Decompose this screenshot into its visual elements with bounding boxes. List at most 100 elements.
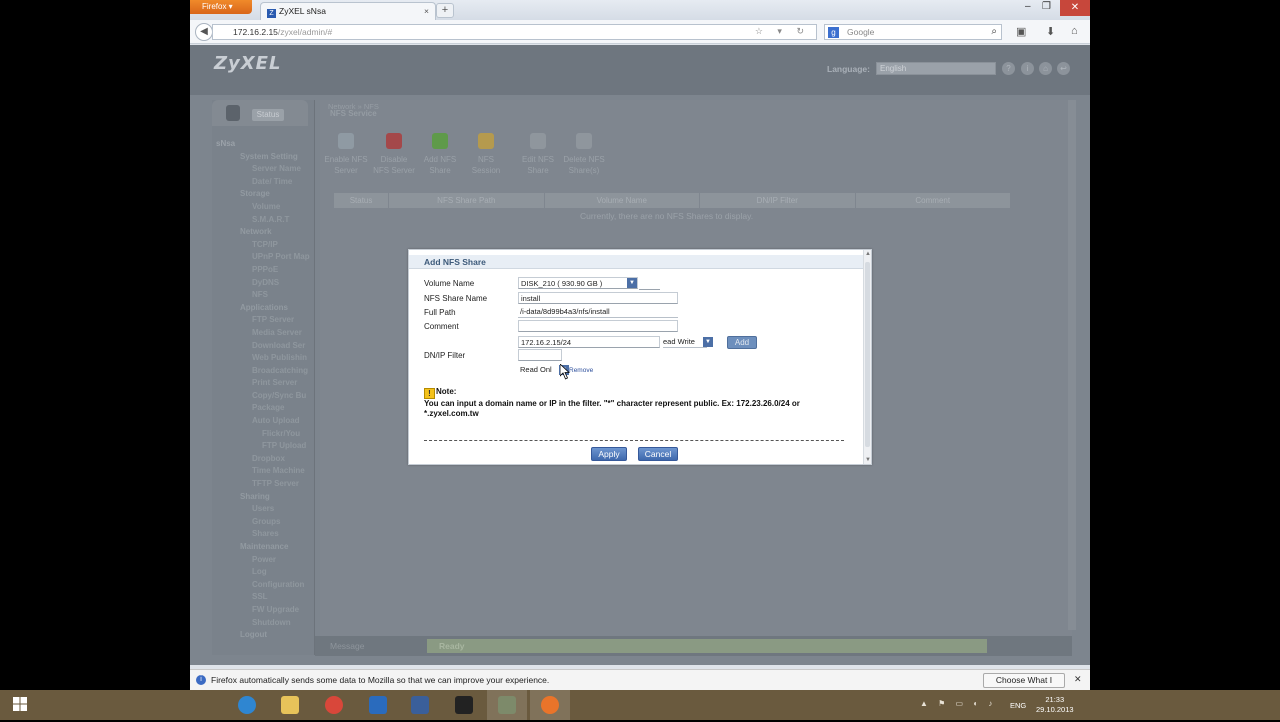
tab-close-icon[interactable]: × (424, 6, 429, 16)
home-nav-icon[interactable]: ⌂ (1039, 62, 1052, 75)
search-box[interactable]: g Google ⌕ (824, 24, 1002, 40)
search-icon[interactable]: ⌕ (991, 26, 997, 37)
sidebar-item[interactable]: sNsa (216, 138, 310, 151)
remove-link[interactable]: Remove (569, 367, 593, 374)
sidebar-item[interactable]: Dropbox (216, 453, 310, 466)
sidebar-item[interactable]: S.M.A.R.T (216, 214, 310, 227)
scroll-thumb[interactable] (865, 262, 870, 447)
taskbar-app-button[interactable] (358, 690, 398, 720)
minimize-icon[interactable]: – (1025, 1, 1031, 12)
sidebar-item[interactable]: FTP Server (216, 314, 310, 327)
firefox-menu-button[interactable]: Firefox ▾ (190, 0, 252, 14)
sidebar-item[interactable]: Log (216, 566, 310, 579)
sidebar-item[interactable]: Storage (216, 188, 310, 201)
restore-icon[interactable]: ❐ (1042, 1, 1051, 12)
sidebar-item[interactable]: Sharing (216, 491, 310, 504)
scroll-up-icon[interactable]: ▲ (865, 251, 871, 257)
dialog-scrollbar[interactable]: ▲ ▼ (863, 250, 871, 464)
taskbar-app-button[interactable] (530, 690, 570, 720)
cancel-button[interactable]: Cancel (638, 447, 678, 461)
sidebar-item[interactable]: UPnP Port Map (216, 251, 310, 264)
sidebar-item[interactable]: Shutdown (216, 617, 310, 630)
sidebar-item[interactable]: Shares (216, 528, 310, 541)
toolbar-button[interactable]: Enable NFS Server (324, 133, 368, 176)
taskbar-app-button[interactable] (444, 690, 484, 720)
volume-dropdown-icon[interactable]: ▼ (627, 278, 637, 288)
sidebar-item[interactable]: Applications (216, 302, 310, 315)
sidebar-item[interactable]: FTP Upload (216, 440, 310, 453)
bookmarks-icon[interactable]: ▣ (1016, 25, 1026, 38)
choose-what-i-share-button[interactable]: Choose What I Share (983, 673, 1065, 698)
share-name-input[interactable]: install (518, 292, 678, 304)
sidebar-item[interactable]: Power (216, 554, 310, 567)
sidebar-item[interactable]: Server Name (216, 163, 310, 176)
sidebar-item[interactable]: Groups (216, 516, 310, 529)
sidebar-item[interactable]: Web Publishin (216, 352, 310, 365)
sidebar-item[interactable]: TFTP Server (216, 478, 310, 491)
clock[interactable]: 21:33 29.10.2013 (1036, 695, 1074, 715)
logout-icon[interactable]: ↩ (1057, 62, 1070, 75)
back-button[interactable]: ◀ (195, 23, 213, 41)
window-close-button[interactable]: ✕ (1060, 0, 1090, 16)
toolbar-button[interactable]: Disable NFS Server (372, 133, 416, 176)
page-scrollbar[interactable] (1068, 100, 1076, 630)
taskbar-app-button[interactable] (270, 690, 310, 720)
url-bar-icons[interactable]: ☆ ▾ ↻ (755, 26, 810, 37)
filter-permission-dropdown-icon[interactable]: ▼ (703, 337, 713, 347)
taskbar-app-button[interactable] (227, 690, 267, 720)
volume-name-select[interactable]: DISK_210 ( 930.90 GB ) (518, 277, 638, 289)
url-bar[interactable]: 172.16.2.15/zyxel/admin/# ☆ ▾ ↻ (212, 24, 817, 40)
new-tab-button[interactable]: + (436, 3, 454, 18)
status-tab[interactable]: Status (212, 100, 308, 126)
sidebar-item[interactable]: Media Server (216, 327, 310, 340)
filter-input[interactable]: 172.16.2.15/24 (518, 336, 660, 348)
info-icon[interactable]: i (1021, 62, 1034, 75)
sidebar-item[interactable]: Print Server (216, 377, 310, 390)
table-header-cell[interactable]: NFS Share Path (389, 193, 545, 208)
taskbar-app-button[interactable] (487, 690, 527, 720)
taskbar-app-button[interactable] (400, 690, 440, 720)
comment-input[interactable] (518, 320, 678, 332)
sidebar-item[interactable]: SSL (216, 591, 310, 604)
sidebar-item[interactable]: Volume (216, 201, 310, 214)
sidebar-item[interactable]: Time Machine (216, 465, 310, 478)
help-icon[interactable]: ? (1002, 62, 1015, 75)
taskbar-app-button[interactable] (314, 690, 354, 720)
sidebar-item[interactable]: TCP/IP (216, 239, 310, 252)
sidebar-item[interactable]: Configuration (216, 579, 310, 592)
start-button[interactable] (0, 690, 40, 720)
sidebar-item[interactable]: Date/ Time (216, 176, 310, 189)
toolbar-button[interactable]: Delete NFS Share(s) (562, 133, 606, 176)
sidebar-item[interactable]: System Setting (216, 151, 310, 164)
sidebar-item[interactable]: Logout (216, 629, 310, 642)
downloads-icon[interactable]: ⬇ (1046, 25, 1055, 38)
sidebar-item[interactable]: NFS (216, 289, 310, 302)
tab-zyxel[interactable]: Z ZyXEL sNsa × (260, 2, 436, 20)
sidebar-item[interactable]: Download Ser (216, 340, 310, 353)
sidebar-item[interactable]: Users (216, 503, 310, 516)
sidebar-item[interactable]: Broadcatching (216, 365, 310, 378)
filter-row-input[interactable] (518, 349, 562, 361)
sidebar-item[interactable]: Maintenance (216, 541, 310, 554)
scroll-down-icon[interactable]: ▼ (865, 457, 871, 463)
table-header-cell[interactable]: Status (334, 193, 390, 208)
google-icon[interactable]: g (828, 27, 839, 38)
input-language[interactable]: ENG (1010, 701, 1026, 710)
sidebar-item[interactable]: PPPoE (216, 264, 310, 277)
table-header-cell[interactable]: Comment (856, 193, 1011, 208)
table-header-cell[interactable]: Volume Name (545, 193, 701, 208)
filter-row-permission[interactable]: Read Onl (518, 364, 560, 376)
apply-button[interactable]: Apply (591, 447, 627, 461)
sidebar-item[interactable]: Network (216, 226, 310, 239)
notification-close-icon[interactable]: ✕ (1074, 674, 1082, 685)
home-icon[interactable]: ⌂ (1071, 25, 1078, 37)
toolbar-button[interactable]: Edit NFS Share (516, 133, 560, 176)
language-select[interactable]: English (876, 62, 996, 75)
sidebar-item[interactable]: Package (216, 402, 310, 415)
table-header-cell[interactable]: DN/IP Filter (700, 193, 856, 208)
sidebar-item[interactable]: Copy/Sync Bu (216, 390, 310, 403)
system-tray[interactable]: ▲ ⚑ ▭ ◐ ♪ (920, 699, 996, 708)
sidebar-item[interactable]: DyDNS (216, 277, 310, 290)
toolbar-button[interactable]: NFS Session (464, 133, 508, 176)
toolbar-button[interactable]: Add NFS Share (418, 133, 462, 176)
